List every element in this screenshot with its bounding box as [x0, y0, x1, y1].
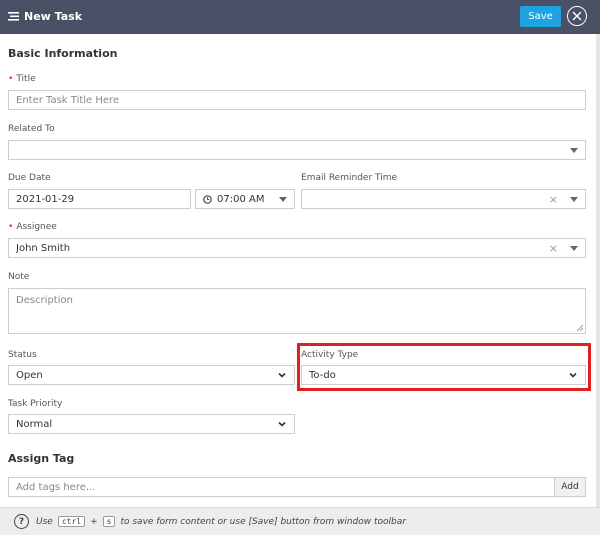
tags-input[interactable]	[8, 477, 555, 497]
close-icon	[572, 11, 582, 21]
note-textarea[interactable]	[8, 288, 586, 334]
activity-type-highlight	[297, 343, 591, 391]
footer-text: to save form content or use [Save] butto…	[120, 516, 406, 527]
footer-hint: ? Use ctrl + s to save form content or u…	[0, 507, 600, 535]
add-tag-button[interactable]: Add	[554, 477, 586, 497]
task-list-icon	[8, 12, 19, 21]
required-marker: •	[8, 74, 14, 84]
clock-icon	[203, 194, 212, 204]
task-priority-label: Task Priority	[8, 399, 63, 409]
dropdown-caret-icon	[279, 196, 287, 202]
clear-icon[interactable]: ×	[549, 193, 558, 206]
status-select[interactable]: Open	[8, 365, 295, 385]
email-reminder-label: Email Reminder Time	[301, 173, 398, 183]
related-to-select[interactable]	[8, 140, 586, 160]
title-label: • Title	[8, 74, 36, 84]
help-icon: ?	[14, 514, 29, 529]
assignee-label: • Assignee	[8, 222, 57, 232]
close-button[interactable]	[567, 6, 587, 26]
save-button[interactable]: Save	[520, 6, 561, 27]
section-assign-tag: Assign Tag	[8, 452, 75, 465]
task-priority-select[interactable]: Normal	[8, 414, 295, 434]
due-time-select[interactable]: 07:00 AM	[195, 189, 295, 209]
chevron-down-icon	[278, 372, 286, 378]
window-header: New Task Save	[0, 0, 600, 34]
assignee-select[interactable]: John Smith ×	[8, 238, 586, 258]
window-title: New Task	[24, 10, 83, 23]
resize-grip-icon[interactable]	[576, 324, 584, 332]
title-input[interactable]	[8, 90, 586, 110]
key-s: s	[102, 516, 116, 527]
related-to-label: Related To	[8, 124, 55, 134]
dropdown-caret-icon	[570, 196, 578, 202]
due-date-input[interactable]	[8, 189, 191, 209]
key-ctrl: ctrl	[57, 516, 86, 527]
dropdown-caret-icon	[570, 147, 578, 153]
chevron-down-icon	[278, 421, 286, 427]
required-marker: •	[8, 222, 14, 232]
section-basic-information: Basic Information	[8, 47, 118, 60]
due-date-label: Due Date	[8, 173, 51, 183]
clear-icon[interactable]: ×	[549, 242, 558, 255]
note-label: Note	[8, 272, 30, 282]
status-label: Status	[8, 350, 37, 360]
dropdown-caret-icon	[570, 245, 578, 251]
scroll-edge	[596, 34, 600, 507]
email-reminder-select[interactable]: ×	[301, 189, 586, 209]
